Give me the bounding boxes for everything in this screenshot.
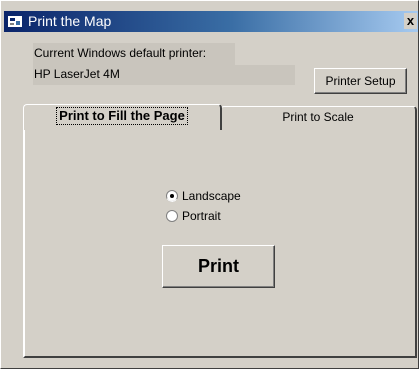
tab-print-to-scale[interactable]: Print to Scale	[220, 106, 417, 129]
landscape-option[interactable]: Landscape	[166, 188, 266, 204]
tab-panel	[23, 128, 417, 358]
title-bar[interactable]: Print the Map x	[4, 11, 418, 32]
radio-unselected-icon	[166, 210, 178, 222]
landscape-label: Landscape	[182, 189, 241, 203]
close-button[interactable]: x	[404, 13, 417, 29]
radio-selected-icon	[166, 190, 178, 202]
app-icon	[8, 16, 22, 27]
default-printer-name: HP LaserJet 4M	[33, 65, 295, 85]
tab-print-to-fill-page-label: Print to Fill the Page	[56, 107, 188, 125]
default-printer-label: Current Windows default printer:	[33, 43, 235, 65]
print-button[interactable]: Print	[162, 245, 275, 288]
tab-print-to-fill-page[interactable]: Print to Fill the Page	[23, 104, 222, 130]
portrait-option[interactable]: Portrait	[166, 208, 246, 224]
printer-setup-button[interactable]: Printer Setup	[314, 68, 407, 94]
print-dialog: Print the Map x Current Windows default …	[0, 0, 419, 369]
portrait-label: Portrait	[182, 209, 221, 223]
window-title: Print the Map	[28, 13, 112, 29]
